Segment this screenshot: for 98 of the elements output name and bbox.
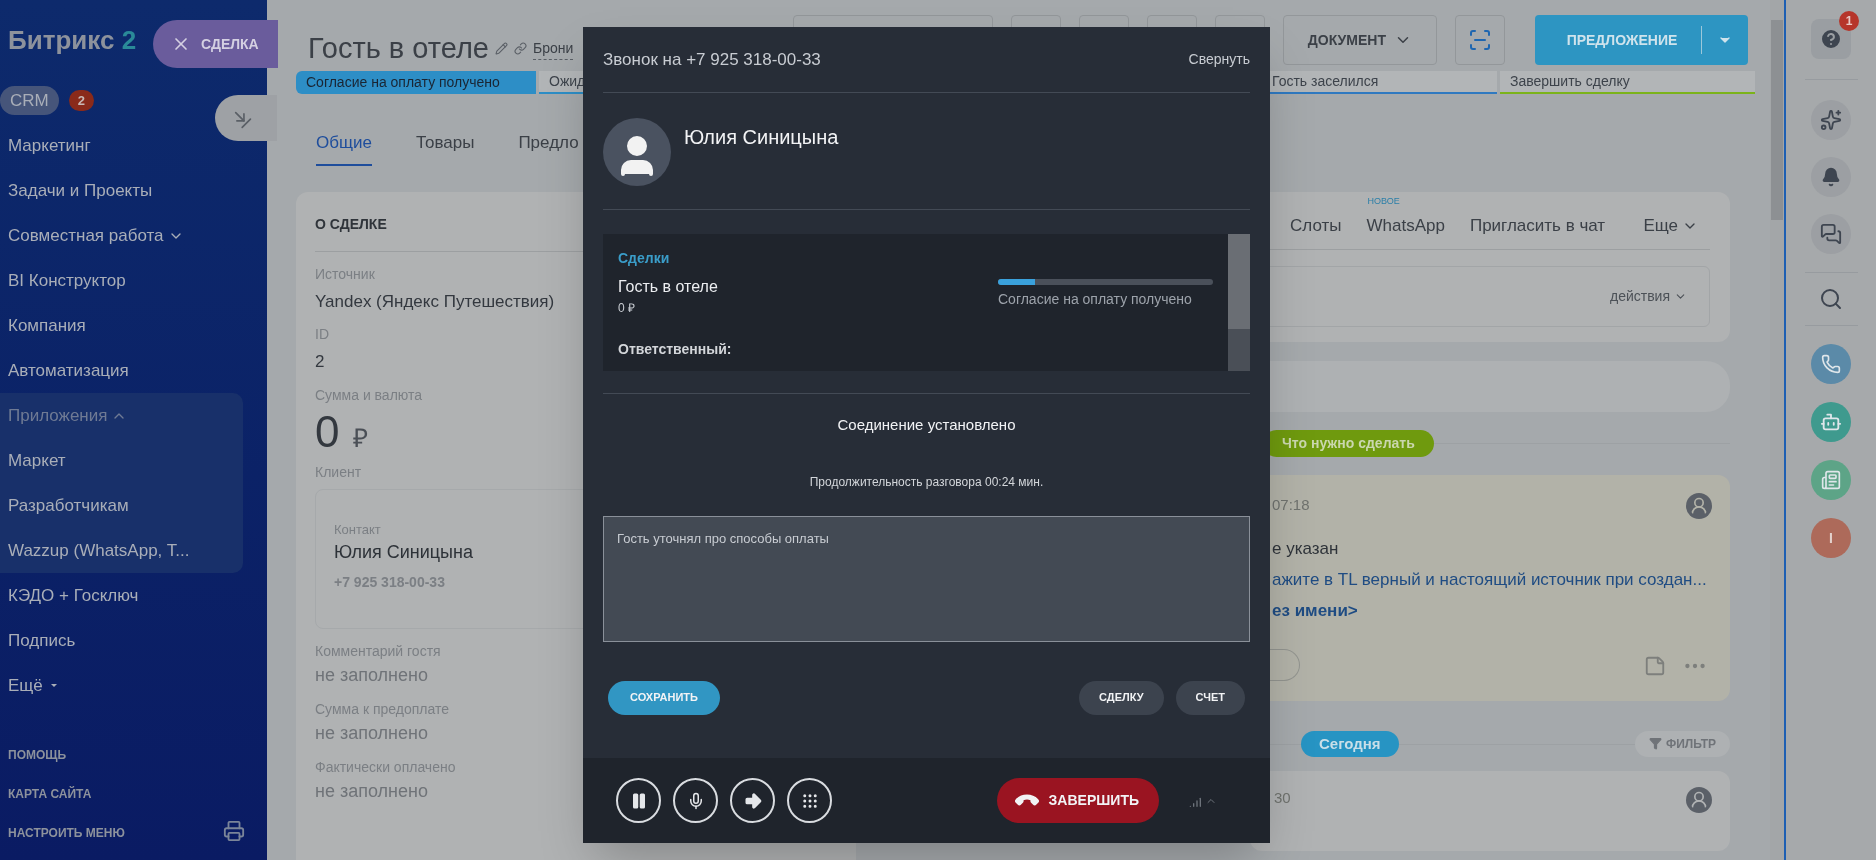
page-tab[interactable]: Товары <box>415 129 475 166</box>
footer-link[interactable]: ПОМОЩЬ <box>8 745 67 764</box>
sidebar-item[interactable]: CRM <box>0 85 59 116</box>
field-value: не заполнено <box>315 779 428 803</box>
card-title: О СДЕЛКЕ <box>315 214 387 234</box>
timeline-tab[interactable]: Слоты <box>1290 216 1342 235</box>
field-value: не заполнено <box>315 663 428 687</box>
hangup-button[interactable]: ЗАВЕРШИТЬ <box>996 778 1159 823</box>
telephony-button[interactable] <box>1811 344 1851 384</box>
timeline-tab[interactable]: Пригласить в чат <box>1469 216 1606 235</box>
new-label: НОВОЕ <box>1367 195 1400 208</box>
call-title: Звонок на +7 925 318-00-33 <box>603 48 821 71</box>
responsible-label: Ответственный: <box>618 340 733 359</box>
notifications-button[interactable] <box>1811 157 1851 197</box>
sidebar-item[interactable]: Маркетинг <box>8 132 91 159</box>
action-button[interactable]: СДЕЛКУ <box>1079 680 1164 715</box>
help-icon <box>1819 27 1843 51</box>
stage-step[interactable]: Согласие на оплату получено <box>296 70 536 94</box>
link-icon[interactable] <box>513 42 527 56</box>
field-value: Yandex (Яндекс Путешествия) <box>315 290 555 313</box>
sidebar-item[interactable]: Wazzup (WhatsApp, T... <box>8 537 190 564</box>
keypad-button[interactable] <box>787 778 832 823</box>
chatbot-button[interactable] <box>1811 402 1851 442</box>
phone-icon <box>1821 354 1841 374</box>
page-tab[interactable]: Предло <box>518 129 579 166</box>
newspaper-icon <box>1821 470 1841 490</box>
page-tab[interactable]: Общие <box>316 129 372 166</box>
amount-value: 0 <box>315 407 340 456</box>
activity-link[interactable]: ез имени> <box>1272 594 1358 626</box>
page-scrollbar[interactable] <box>1770 0 1784 860</box>
action-button[interactable]: СОХРАНИТЬ <box>608 680 720 715</box>
close-tab-button[interactable]: СДЕЛКА <box>153 20 278 68</box>
filter-icon <box>1648 737 1662 751</box>
field-value: 2 <box>315 351 325 373</box>
logo-text: Битрикс 2 <box>8 23 137 57</box>
user-avatar-icon <box>1686 787 1712 813</box>
robot-icon <box>1820 411 1842 433</box>
sparkles-icon <box>1820 109 1842 131</box>
category-link[interactable]: Брони <box>532 37 574 60</box>
deal-stage: Согласие на оплату получено <box>998 290 1193 309</box>
sidebar-item[interactable]: Подпись <box>8 627 76 654</box>
user-avatar[interactable]: I <box>1811 518 1851 558</box>
messenger-button[interactable] <box>1811 214 1851 254</box>
footer-link[interactable]: НАСТРОИТЬ МЕНЮ <box>8 823 125 842</box>
contact-name[interactable]: Юлия Синицына <box>334 539 473 566</box>
sidebar-item[interactable]: КЭДО + Госключ <box>8 582 139 609</box>
deal-title[interactable]: Гость в отеле <box>618 275 718 299</box>
page-title: Гость в отеле <box>308 31 489 66</box>
counter-badge: 2 <box>68 89 94 112</box>
transfer-button[interactable] <box>730 778 775 823</box>
document-button[interactable]: ДОКУМЕНТ <box>1282 15 1437 65</box>
sidebar-item[interactable]: Маркет <box>8 447 66 474</box>
deals-heading: Сделки <box>618 249 671 268</box>
chat-icon <box>1820 223 1842 245</box>
sidebar-item[interactable]: Ещё <box>8 672 57 699</box>
minimize-link[interactable]: Свернуть <box>1188 49 1250 70</box>
news-button[interactable] <box>1811 460 1851 500</box>
caller-name: Юлия Синицына <box>684 125 839 150</box>
connection-status: Соединение установлено <box>836 415 1017 435</box>
footer-link[interactable]: КАРТА САЙТА <box>8 784 92 803</box>
comment-field[interactable]: Гость уточнял про способы оплаты <box>603 515 1250 642</box>
more-dropdown[interactable]: Еще <box>1643 213 1698 239</box>
scrollbar-thumb[interactable] <box>1228 234 1250 329</box>
sidebar-item[interactable]: BI Конструктор <box>8 267 126 294</box>
collapse-button[interactable] <box>215 95 277 141</box>
activity-time: 07:18 <box>1272 495 1310 516</box>
notification-badge: 1 <box>1839 11 1859 31</box>
deal-amount: 0 ₽ <box>618 300 636 317</box>
actions-label: действия <box>1609 286 1670 306</box>
bell-icon <box>1821 167 1841 187</box>
activity-link[interactable]: ажите в TL верный и настоящий источник при создан... <box>1272 563 1707 595</box>
user-avatar-icon <box>1686 492 1712 519</box>
printer-icon[interactable] <box>223 820 245 842</box>
sidebar-item[interactable]: Приложения <box>8 402 128 429</box>
sidebar-item[interactable]: Задачи и Проекты <box>8 177 153 204</box>
copilot-button[interactable] <box>1811 100 1851 140</box>
action-button[interactable]: СЧЕТ <box>1175 680 1245 715</box>
scan-button[interactable] <box>1455 15 1505 65</box>
caret-icon <box>50 684 57 687</box>
call-duration: Продолжительность разговора 00:24 мин. <box>808 473 1045 491</box>
mute-button[interactable] <box>673 778 718 823</box>
activity-text: е указан <box>1272 537 1339 560</box>
field-value: не заполнено <box>315 721 428 745</box>
timeline-tab[interactable]: WhatsApp <box>1366 216 1445 235</box>
today-badge: Сегодня <box>1301 730 1399 757</box>
currency-sign: ₽ <box>353 421 369 455</box>
sidebar-item[interactable]: Компания <box>8 312 86 339</box>
sidebar-item[interactable]: Разработчикам <box>8 492 129 519</box>
stage-step[interactable]: Завершить сделку <box>1500 70 1755 94</box>
activity-time: 30 <box>1273 788 1291 808</box>
keypad-icon <box>800 791 819 810</box>
scan-icon <box>1468 28 1492 52</box>
pencil-icon[interactable] <box>494 42 508 56</box>
search-icon[interactable] <box>1819 287 1843 311</box>
sidebar-item[interactable]: Совместная работа <box>8 222 184 249</box>
pause-button[interactable] <box>616 778 661 823</box>
sidebar-item[interactable]: Автоматизация <box>8 357 129 384</box>
primary-split-button[interactable]: ПРЕДЛОЖЕНИЕ <box>1535 15 1748 65</box>
